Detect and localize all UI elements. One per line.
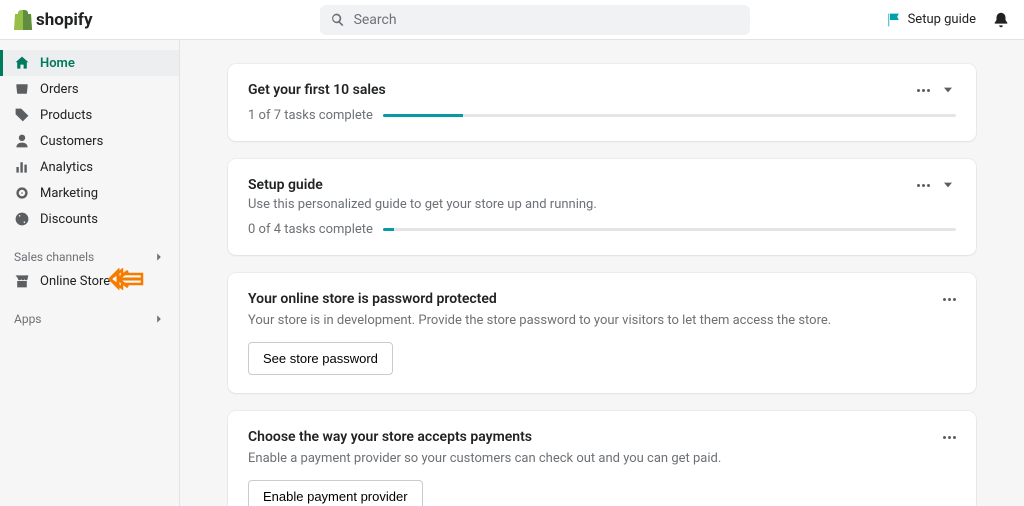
- search-input[interactable]: Search: [320, 5, 750, 35]
- sidebar-item-home[interactable]: Home: [0, 50, 179, 76]
- progress-bar: [383, 114, 956, 117]
- card-title: Your online store is password protected: [248, 291, 497, 307]
- card-menu-button[interactable]: [943, 436, 956, 439]
- apps-label: Apps: [14, 312, 42, 326]
- card-password-protected: Your online store is password protected …: [228, 273, 976, 393]
- sidebar-item-label: Marketing: [40, 186, 98, 201]
- card-menu-button[interactable]: [943, 298, 956, 301]
- chevron-down-icon[interactable]: [940, 177, 956, 193]
- card-title: Choose the way your store accepts paymen…: [248, 429, 532, 445]
- orders-icon: [14, 81, 30, 97]
- card-title: Setup guide: [248, 177, 323, 193]
- store-icon: [14, 273, 30, 289]
- brand-logo[interactable]: shopify: [14, 10, 93, 30]
- sidebar-item-products[interactable]: Products: [0, 102, 179, 128]
- card-menu-button[interactable]: [917, 184, 930, 187]
- enable-payment-provider-button[interactable]: Enable payment provider: [248, 480, 423, 506]
- search-placeholder: Search: [354, 12, 397, 28]
- card-title: Get your first 10 sales: [248, 82, 386, 98]
- sidebar-item-online-store[interactable]: Online Store: [0, 268, 179, 294]
- progress-text: 1 of 7 tasks complete: [248, 108, 373, 123]
- setup-guide-label: Setup guide: [908, 12, 976, 27]
- apps-header[interactable]: Apps: [0, 304, 179, 330]
- sidebar-item-orders[interactable]: Orders: [0, 76, 179, 102]
- progress-fill: [383, 228, 394, 231]
- notifications-icon[interactable]: [992, 11, 1010, 29]
- main-content: Get your first 10 sales 1 of 7 tasks com…: [180, 40, 1024, 506]
- card-subtitle: Use this personalized guide to get your …: [248, 197, 956, 212]
- card-setup-guide: Setup guide Use this personalized guide …: [228, 159, 976, 255]
- sidebar-item-discounts[interactable]: Discounts: [0, 206, 179, 232]
- sales-channels-header[interactable]: Sales channels: [0, 242, 179, 268]
- sidebar-item-label: Online Store: [40, 274, 110, 289]
- sidebar-item-customers[interactable]: Customers: [0, 128, 179, 154]
- search-icon: [330, 12, 346, 28]
- customers-icon: [14, 133, 30, 149]
- sidebar-item-label: Customers: [40, 134, 103, 149]
- card-menu-button[interactable]: [917, 89, 930, 92]
- card-first-sales: Get your first 10 sales 1 of 7 tasks com…: [228, 64, 976, 141]
- progress-fill: [383, 114, 463, 117]
- chevron-right-icon: [153, 251, 165, 263]
- see-store-password-button[interactable]: See store password: [248, 342, 393, 375]
- progress-text: 0 of 4 tasks complete: [248, 222, 373, 237]
- shopify-bag-icon: [14, 10, 32, 30]
- sidebar-item-label: Home: [40, 56, 75, 71]
- home-icon: [14, 55, 30, 71]
- sidebar: Home Orders Products Customers Analytics…: [0, 40, 180, 506]
- sidebar-item-label: Products: [40, 108, 92, 123]
- brand-name: shopify: [36, 10, 93, 30]
- setup-guide-link[interactable]: Setup guide: [886, 12, 976, 28]
- card-body: Your store is in development. Provide th…: [248, 313, 956, 328]
- card-payments: Choose the way your store accepts paymen…: [228, 411, 976, 506]
- sidebar-item-marketing[interactable]: Marketing: [0, 180, 179, 206]
- sidebar-item-label: Analytics: [40, 160, 93, 175]
- card-body: Enable a payment provider so your custom…: [248, 451, 956, 466]
- products-icon: [14, 107, 30, 123]
- progress-bar: [383, 228, 956, 231]
- flag-icon: [886, 12, 902, 28]
- annotation-arrow-icon: [108, 268, 144, 290]
- discounts-icon: [14, 211, 30, 227]
- analytics-icon: [14, 159, 30, 175]
- sidebar-item-analytics[interactable]: Analytics: [0, 154, 179, 180]
- sales-channels-label: Sales channels: [14, 250, 94, 264]
- sidebar-item-label: Orders: [40, 82, 79, 97]
- chevron-down-icon[interactable]: [940, 82, 956, 98]
- sidebar-item-label: Discounts: [40, 212, 98, 227]
- marketing-icon: [14, 185, 30, 201]
- topbar: shopify Search Setup guide: [0, 0, 1024, 40]
- chevron-right-icon: [153, 313, 165, 325]
